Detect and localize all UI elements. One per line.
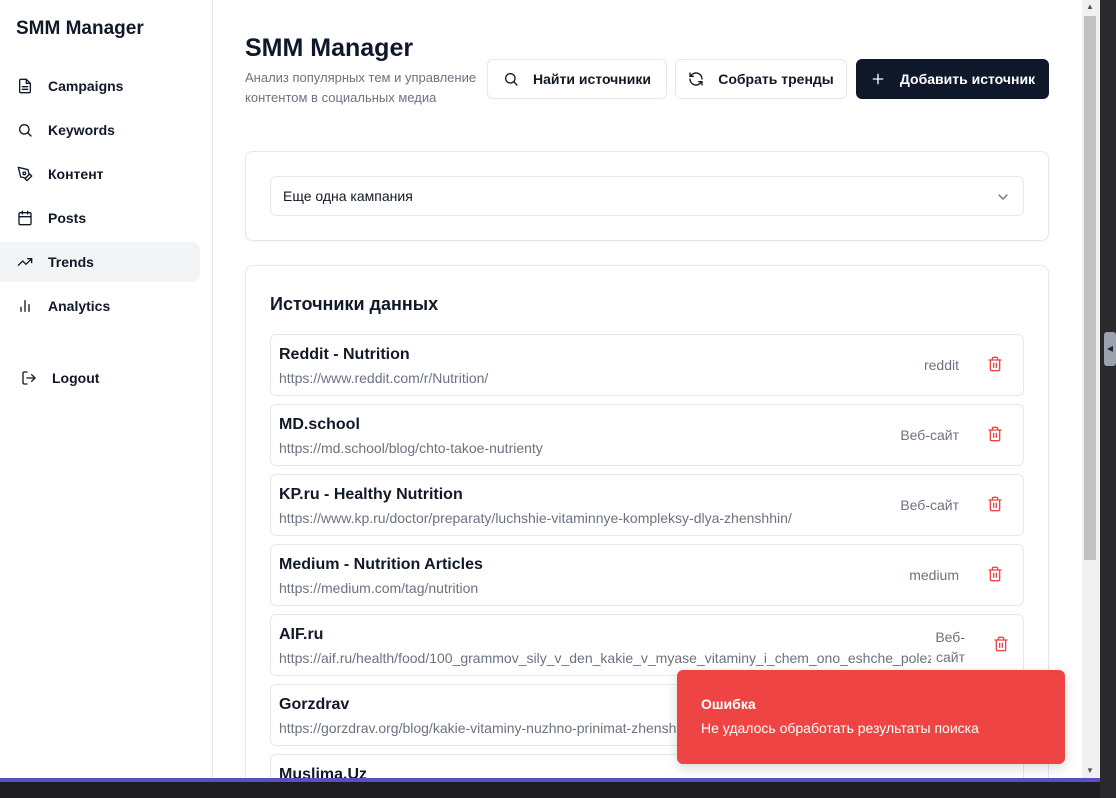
trash-icon[interactable] <box>987 566 1003 582</box>
source-type: Веб-сайт <box>900 497 959 513</box>
brand-title: SMM Manager <box>16 18 144 39</box>
source-item: MD.school https://md.school/blog/chto-ta… <box>270 404 1024 466</box>
window-right-edge <box>1100 0 1116 798</box>
source-name: Gorzdrav <box>279 696 350 713</box>
sidebar: SMM Manager Campaigns Keywords Контент P… <box>0 0 213 780</box>
source-item: Reddit - Nutrition https://www.reddit.co… <box>270 334 1024 396</box>
vertical-scrollbar[interactable]: ▲ ▼ <box>1082 0 1100 780</box>
source-url: https://www.reddit.com/r/Nutrition/ <box>279 370 489 386</box>
source-type: Веб-сайт <box>935 629 965 665</box>
sidebar-item-content[interactable]: Контент <box>0 154 200 194</box>
trash-icon[interactable] <box>987 426 1003 442</box>
sidebar-item-label: Campaigns <box>48 78 124 94</box>
sidebar-item-trends[interactable]: Trends <box>0 242 200 282</box>
find-sources-label: Найти источники <box>533 71 651 87</box>
find-sources-button[interactable]: Найти источники <box>487 59 667 99</box>
sidebar-item-label: Analytics <box>48 298 111 314</box>
main-content: SMM Manager Анализ популярных тем и упра… <box>213 0 1082 780</box>
campaign-select[interactable]: Еще одна кампания <box>270 176 1024 216</box>
source-url: https://aif.ru/health/food/100_grammov_s… <box>279 650 931 666</box>
source-item: Medium - Nutrition Articles https://medi… <box>270 544 1024 606</box>
source-url: https://www.kp.ru/doctor/preparaty/luchs… <box>279 510 792 526</box>
sidebar-item-label: Trends <box>48 254 94 270</box>
page-subtitle: Анализ популярных тем и управление конте… <box>245 70 477 105</box>
collapse-handle-icon[interactable]: ◀ <box>1104 332 1116 366</box>
chevron-down-icon <box>995 189 1011 208</box>
add-source-label: Добавить источник <box>899 71 1036 87</box>
source-item: AIF.ru https://aif.ru/health/food/100_gr… <box>270 614 1024 676</box>
plus-icon <box>870 71 886 87</box>
sidebar-item-label: Контент <box>48 166 104 182</box>
app-window: SMM Manager Campaigns Keywords Контент P… <box>0 0 1100 780</box>
source-url: https://gorzdrav.org/blog/kakie-vitaminy… <box>279 720 719 736</box>
collect-trends-button[interactable]: Собрать тренды <box>675 59 847 99</box>
trash-icon[interactable] <box>987 496 1003 512</box>
source-name: AIF.ru <box>279 626 324 643</box>
search-icon <box>16 121 34 139</box>
logout-label: Logout <box>52 370 100 386</box>
source-name: MD.school <box>279 416 360 433</box>
sidebar-item-campaigns[interactable]: Campaigns <box>0 66 200 106</box>
trash-icon[interactable] <box>987 356 1003 372</box>
scroll-down-arrow-icon[interactable]: ▼ <box>1082 764 1098 778</box>
sidebar-item-keywords[interactable]: Keywords <box>0 110 200 150</box>
trending-up-icon <box>16 253 34 271</box>
pen-icon <box>16 165 34 183</box>
source-item: KP.ru - Healthy Nutrition https://www.kp… <box>270 474 1024 536</box>
bar-chart-icon <box>16 297 34 315</box>
campaign-card: Еще одна кампания <box>245 151 1049 241</box>
toast-message: Не удалось обработать результаты поиска <box>701 720 979 736</box>
source-type: medium <box>909 567 959 583</box>
document-icon <box>16 77 34 95</box>
source-type: reddit <box>923 357 959 373</box>
calendar-icon <box>16 209 34 227</box>
trash-icon[interactable] <box>993 636 1009 652</box>
sidebar-item-label: Posts <box>48 210 87 226</box>
logout-icon <box>20 369 38 387</box>
sidebar-item-label: Keywords <box>48 122 115 138</box>
search-icon <box>503 71 519 87</box>
source-name: Reddit - Nutrition <box>279 346 410 363</box>
sidebar-item-analytics[interactable]: Analytics <box>0 286 200 326</box>
page-title: SMM Manager <box>245 34 414 62</box>
toast-title: Ошибка <box>701 696 756 712</box>
source-name: Medium - Nutrition Articles <box>279 556 483 573</box>
logout-button[interactable]: Logout <box>0 358 200 398</box>
source-name: KP.ru - Healthy Nutrition <box>279 486 463 503</box>
window-bottom-border <box>0 778 1100 782</box>
source-url: https://medium.com/tag/nutrition <box>279 580 479 596</box>
scroll-up-arrow-icon[interactable]: ▲ <box>1082 0 1098 14</box>
add-source-button[interactable]: Добавить источник <box>856 59 1049 99</box>
scrollbar-thumb[interactable] <box>1084 16 1096 560</box>
refresh-icon <box>688 71 704 87</box>
collect-trends-label: Собрать тренды <box>718 71 834 87</box>
error-toast[interactable]: Ошибка Не удалось обработать результаты … <box>677 670 1065 764</box>
sources-title: Источники данных <box>270 294 439 314</box>
source-type: Веб-сайт <box>900 427 959 443</box>
sidebar-item-posts[interactable]: Posts <box>0 198 200 238</box>
campaign-select-value: Еще одна кампания <box>283 188 413 204</box>
source-url: https://md.school/blog/chto-takoe-nutrie… <box>279 440 543 456</box>
